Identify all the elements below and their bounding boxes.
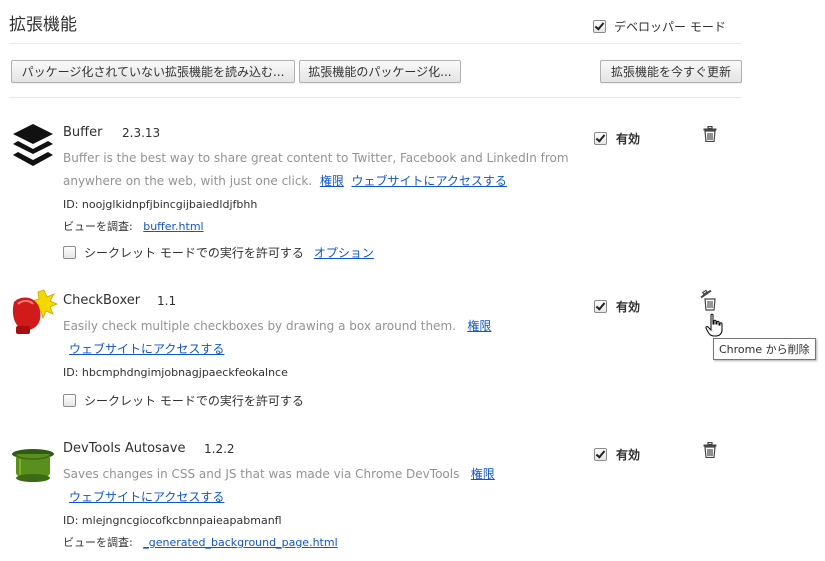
extension-id: ID: hbcmphdngimjobnagjpaeckfeokalnce [63,366,288,379]
inspect-views-label: ビューを調査: [63,220,133,233]
enabled-label: 有効 [616,132,641,146]
incognito-checkbox[interactable] [63,246,76,259]
extension-id: ID: noojglkidnpfjbincgijbaiedldjfbhh [63,198,258,211]
enabled-checkbox[interactable] [594,300,607,313]
extension-version: 1.2.2 [204,442,235,456]
boxing-glove-icon [8,288,59,336]
permissions-link[interactable]: 権限 [320,174,344,188]
extension-name: DevTools Autosave [63,441,186,456]
permissions-link[interactable]: 権限 [467,319,491,333]
extension-description: Buffer is the best way to share great co… [63,151,569,165]
enabled-checkbox[interactable] [594,132,607,145]
extension-name: CheckBoxer [63,293,141,308]
extension-id: ID: mlejngncgiocofkcbnnpaieapabmanfl [63,514,282,527]
website-link[interactable]: ウェブサイトにアクセスする [352,174,507,188]
extension-version: 1.1 [157,294,177,308]
enabled-toggle[interactable]: 有効 [594,130,640,147]
inspect-views: ビューを調査: _generated_background_page.html [63,534,338,550]
inspect-views-label: ビューを調査: [63,536,133,549]
description-text: Saves changes in CSS and JS that was mad… [63,467,460,481]
developer-mode-label: デベロッパー モード [614,20,726,34]
page-title: 拡張機能 [9,15,77,35]
load-unpacked-button[interactable]: パッケージ化されていない拡張機能を読み込む... [11,60,295,83]
update-extensions-button[interactable]: 拡張機能を今すぐ更新 [600,60,742,83]
remove-tooltip: Chrome から削除 [713,338,816,360]
enabled-checkbox[interactable] [594,448,607,461]
extension-description: Saves changes in CSS and JS that was mad… [63,463,495,486]
options-link[interactable]: オプション [314,244,374,261]
enabled-label: 有効 [616,448,641,462]
header-divider [9,43,741,44]
description-text: Easily check multiple checkboxes by draw… [63,319,456,333]
pack-extension-button[interactable]: 拡張機能のパッケージ化... [299,60,461,83]
enabled-label: 有効 [616,300,641,314]
website-link-row: ウェブサイトにアクセスする [69,338,224,361]
enabled-toggle[interactable]: 有効 [594,298,640,315]
developer-mode-toggle[interactable]: デベロッパー モード [593,18,726,35]
incognito-toggle[interactable]: シークレット モードでの実行を許可する [63,392,304,409]
website-link[interactable]: ウェブサイトにアクセスする [69,342,224,356]
enabled-toggle[interactable]: 有効 [594,446,640,463]
hand-cursor-icon [705,313,725,340]
permissions-link[interactable]: 権限 [471,467,495,481]
incognito-label: シークレット モードでの実行を許可する [84,246,304,260]
inspect-view-link[interactable]: _generated_background_page.html [143,536,337,549]
trash-open-icon[interactable] [700,289,720,314]
incognito-label: シークレット モードでの実行を許可する [84,394,304,408]
buffer-icon [11,122,55,170]
trash-icon[interactable] [703,441,717,461]
website-link-row: ウェブサイトにアクセスする [69,486,224,509]
inspect-views: ビューを調査: buffer.html [63,218,204,234]
green-hat-icon [11,447,55,485]
inspect-view-link[interactable]: buffer.html [143,220,203,233]
toolbar-divider [9,97,741,98]
website-link[interactable]: ウェブサイトにアクセスする [69,490,224,504]
incognito-checkbox[interactable] [63,394,76,407]
extension-name: Buffer [63,125,103,140]
description-text: anywhere on the web, with just one click… [63,174,313,188]
developer-mode-checkbox[interactable] [593,20,606,33]
trash-icon[interactable] [703,125,717,145]
extension-description-line2: anywhere on the web, with just one click… [63,170,507,193]
incognito-toggle[interactable]: シークレット モードでの実行を許可する オプション [63,244,374,261]
extension-version: 2.3.13 [122,126,161,140]
extension-description: Easily check multiple checkboxes by draw… [63,315,491,338]
